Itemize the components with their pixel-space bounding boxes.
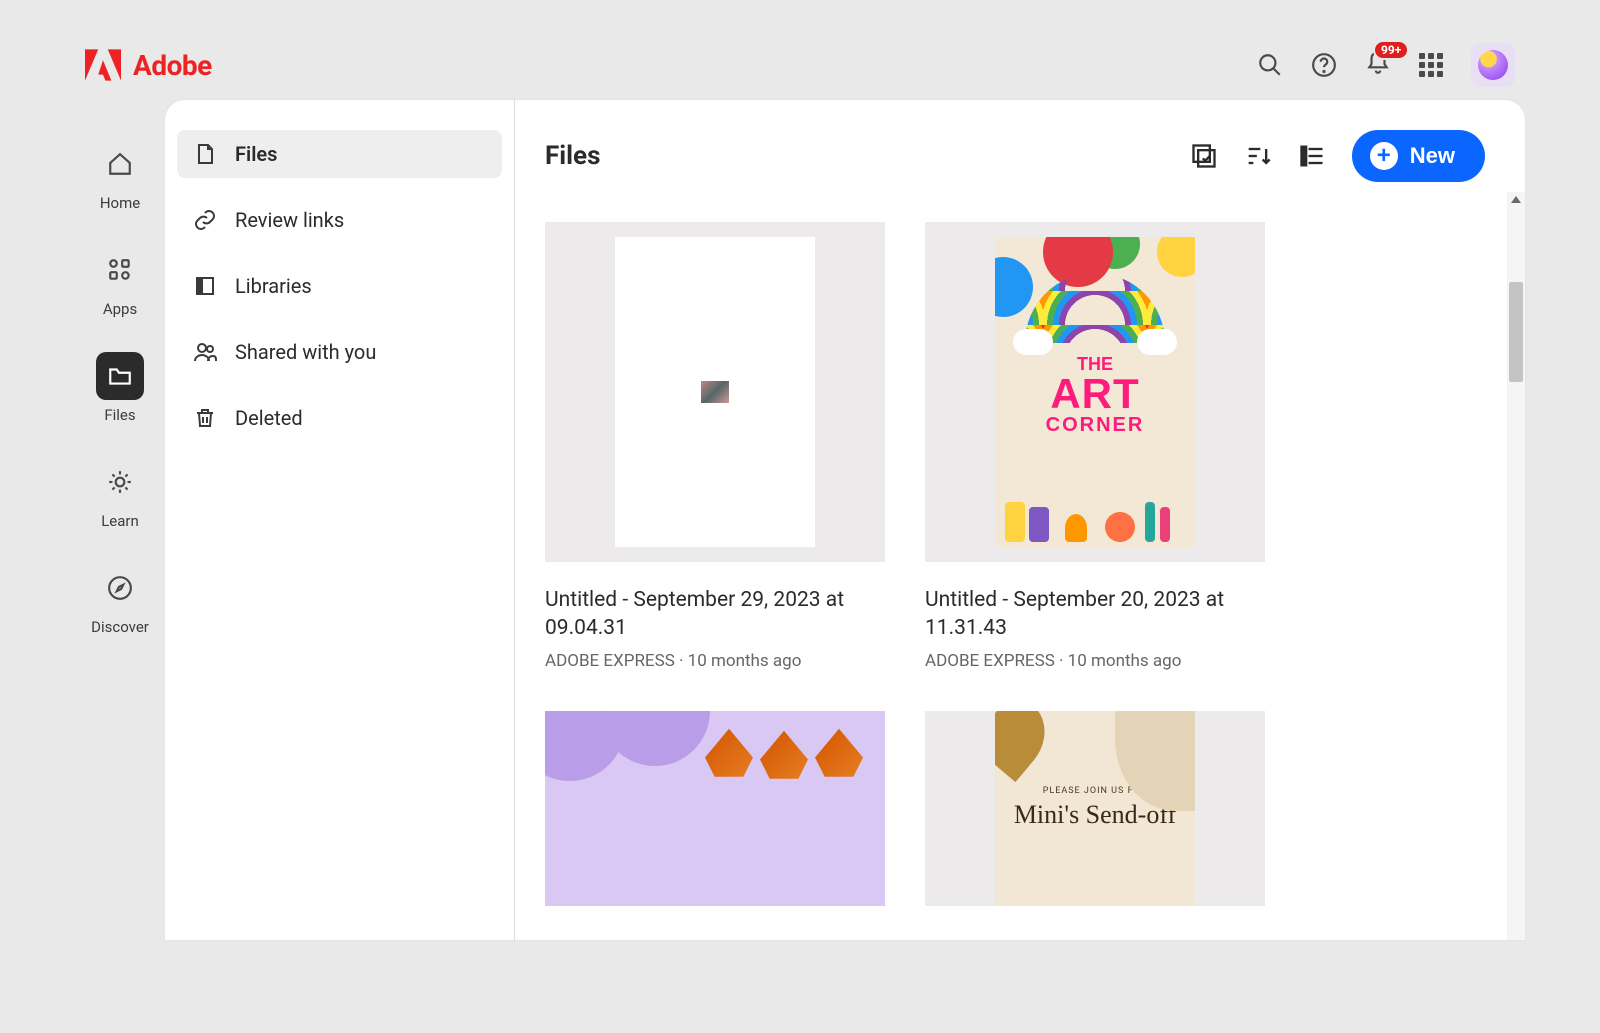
sidebar-item-shared[interactable]: Shared with you [177,328,502,376]
file-thumbnail: THE ART CORNER [925,222,1265,562]
sort-icon[interactable] [1244,142,1272,170]
compass-icon [107,575,133,601]
apps-icon [107,257,133,283]
plus-circle-icon: + [1370,142,1398,170]
file-thumbnail [545,711,885,906]
rail-label: Files [104,406,135,424]
trash-icon [193,406,217,430]
sidebar-item-label: Deleted [235,406,303,430]
sidebar-item-files[interactable]: Files [177,130,502,178]
rail-label: Discover [91,618,149,636]
sidebar-item-label: Review links [235,208,344,232]
sidebar-item-review-links[interactable]: Review links [177,196,502,244]
libraries-icon [193,274,217,298]
file-meta: ADOBE EXPRESS · 10 months ago [925,651,1265,671]
sidebar-item-deleted[interactable]: Deleted [177,394,502,442]
rail-label: Apps [103,300,137,318]
file-card[interactable]: THE ART CORNER [925,222,1265,671]
scrollbar[interactable] [1507,192,1525,940]
sidebar-item-libraries[interactable]: Libraries [177,262,502,310]
file-title: Untitled - September 29, 2023 at 09.04.3… [545,586,885,643]
scroll-thumb[interactable] [1509,282,1523,382]
nav-rail: Home Apps Files [75,100,165,940]
file-card[interactable]: Untitled - September 29, 2023 at 09.04.3… [545,222,885,671]
adobe-logo-icon [85,47,121,83]
brand-name: Adobe [133,49,212,82]
rail-apps[interactable]: Apps [96,246,144,318]
notifications-badge: 99+ [1373,40,1409,60]
new-button[interactable]: + New [1352,130,1485,182]
help-icon[interactable] [1311,52,1337,78]
file-card[interactable] [545,711,885,906]
file-icon [193,142,217,166]
adobe-logo[interactable]: Adobe [85,47,212,83]
rail-learn[interactable]: Learn [96,458,144,530]
app-switcher-icon[interactable] [1419,53,1443,77]
new-button-label: New [1410,143,1455,169]
select-mode-icon[interactable] [1190,142,1218,170]
file-thumbnail: PLEASE JOIN US FOR Mini's Send-off [925,711,1265,906]
sidebar-item-label: Shared with you [235,340,376,364]
files-sidebar: Files Review links Libraries Shared with… [165,100,515,940]
file-card[interactable]: PLEASE JOIN US FOR Mini's Send-off [925,711,1265,906]
rail-discover[interactable]: Discover [91,564,149,636]
sidebar-item-label: Files [235,142,277,166]
rail-label: Home [100,194,140,212]
page-title: Files [545,141,600,171]
list-view-icon[interactable] [1298,142,1326,170]
avatar[interactable] [1471,43,1515,87]
rail-label: Learn [101,512,139,530]
rail-home[interactable]: Home [96,140,144,212]
link-icon [193,208,217,232]
avatar-image [1478,50,1508,80]
search-icon[interactable] [1257,52,1283,78]
home-icon [107,151,133,177]
rail-files[interactable]: Files [96,352,144,424]
people-icon [193,340,217,364]
folder-icon [107,363,133,389]
notifications-button[interactable]: 99+ [1365,50,1391,80]
file-title: Untitled - September 20, 2023 at 11.31.4… [925,586,1265,643]
file-thumbnail [545,222,885,562]
lightbulb-icon [107,469,133,495]
file-meta: ADOBE EXPRESS · 10 months ago [545,651,885,671]
scroll-up-icon[interactable] [1511,196,1521,203]
sidebar-item-label: Libraries [235,274,312,298]
